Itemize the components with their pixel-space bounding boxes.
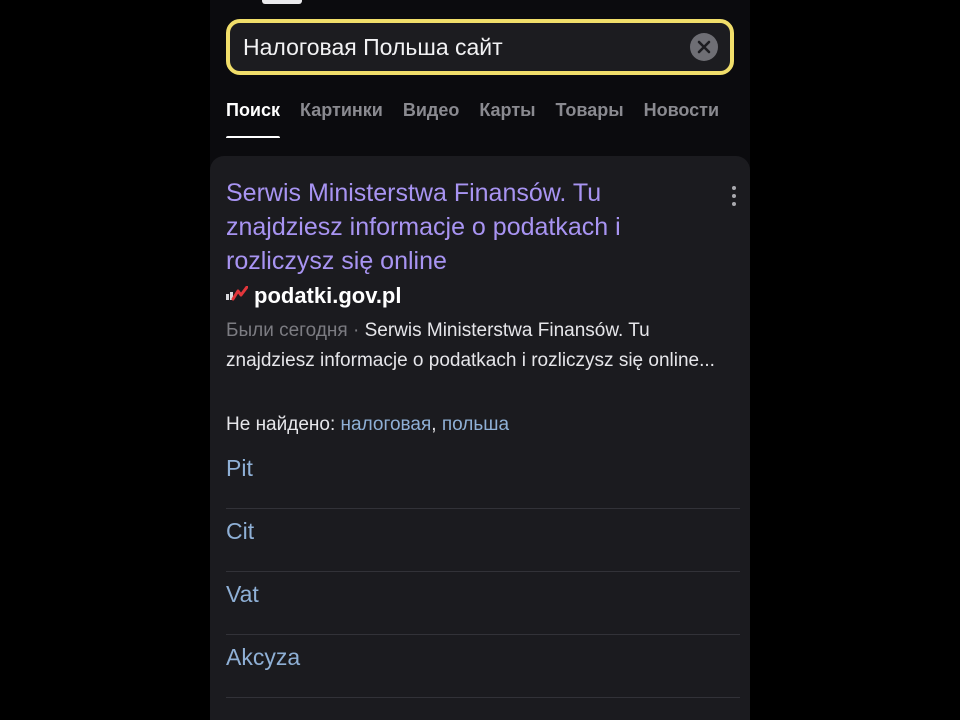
search-input[interactable] bbox=[230, 23, 690, 71]
sitelink-cit[interactable]: Cit bbox=[226, 509, 740, 572]
header-fragment bbox=[262, 0, 302, 4]
sitelink-label: Vat bbox=[226, 581, 259, 607]
tab-search[interactable]: Поиск bbox=[226, 90, 281, 138]
snippet-separator: · bbox=[352, 320, 360, 341]
sitelink-akcyza[interactable]: Akcyza bbox=[226, 635, 740, 698]
result-title-link[interactable]: Serwis Ministerstwa Finansów. Tu znajdzi… bbox=[226, 176, 686, 278]
search-tabs: Поиск Картинки Видео Карты Товары Новости bbox=[226, 90, 750, 138]
tab-maps[interactable]: Карты bbox=[479, 90, 535, 121]
sitelink-label: Akcyza bbox=[226, 644, 301, 670]
not-found-row: Не найдено: налоговая, польша bbox=[226, 414, 510, 435]
sitelink-pit[interactable]: Pit bbox=[226, 446, 740, 509]
tab-images[interactable]: Картинки bbox=[300, 90, 383, 121]
not-found-label: Не найдено: bbox=[226, 414, 336, 435]
visited-label: Были сегодня bbox=[226, 320, 348, 341]
sitelink-label: Cit bbox=[226, 518, 255, 544]
search-result-card: Serwis Ministerstwa Finansów. Tu znajdzi… bbox=[210, 156, 750, 720]
tab-news[interactable]: Новости bbox=[644, 90, 719, 121]
search-box[interactable] bbox=[226, 19, 734, 75]
phone-screen: Поиск Картинки Видео Карты Товары Новости Ser… bbox=[210, 0, 750, 720]
site-favicon-icon bbox=[226, 285, 249, 307]
not-found-word[interactable]: налоговая bbox=[341, 414, 432, 435]
site-domain[interactable]: podatki.gov.pl bbox=[254, 283, 401, 309]
clear-icon[interactable] bbox=[690, 33, 718, 61]
tab-products[interactable]: Товары bbox=[556, 90, 624, 121]
tab-video[interactable]: Видео bbox=[403, 90, 460, 121]
sitelink-label: Pit bbox=[226, 455, 253, 481]
sitelink-vat[interactable]: Vat bbox=[226, 572, 740, 635]
not-found-word[interactable]: польша bbox=[442, 414, 509, 435]
result-source[interactable]: podatki.gov.pl bbox=[226, 283, 401, 309]
more-options-icon[interactable] bbox=[730, 186, 738, 210]
result-snippet: Были сегодня · Serwis Ministerstwa Finan… bbox=[226, 316, 736, 376]
